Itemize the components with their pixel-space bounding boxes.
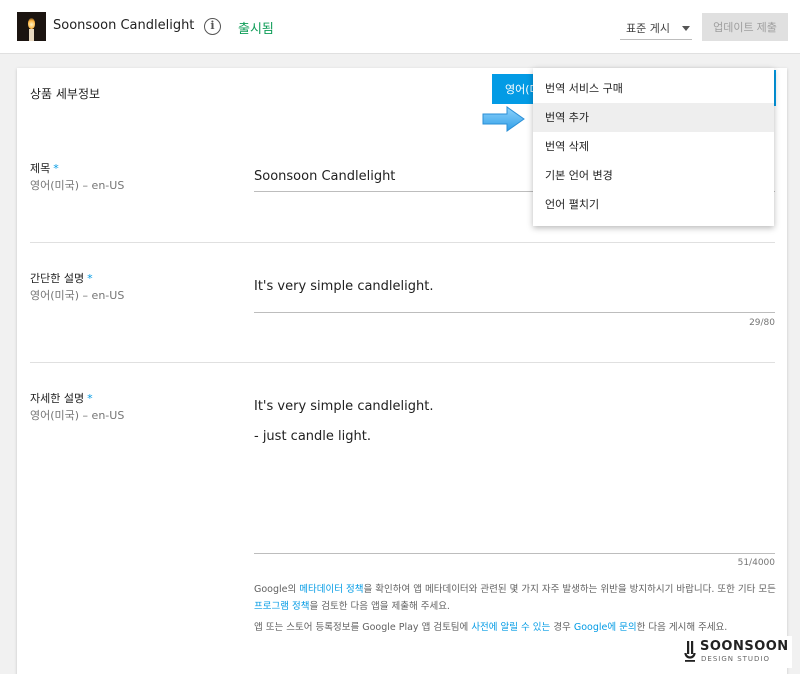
- full-desc-counter: 51/4000: [737, 558, 775, 568]
- app-title: Soonsoon Candlelight: [53, 18, 195, 33]
- full-desc-input-underline: [254, 553, 775, 554]
- title-field-locale: 영어(미국) – en-US: [30, 179, 125, 192]
- required-marker: *: [87, 272, 93, 285]
- studio-watermark: SOONSOON DESIGN STUDIO: [672, 636, 792, 668]
- translation-menu: 번역 서비스 구매 번역 추가 번역 삭제 기본 언어 변경 언어 펼치기: [533, 68, 774, 226]
- short-desc-input[interactable]: It's very simple candlelight.: [254, 279, 433, 294]
- menu-item-expand-languages[interactable]: 언어 펼치기: [533, 190, 774, 219]
- candle-icon: [29, 29, 34, 41]
- menu-item-buy-translation[interactable]: 번역 서비스 구매: [533, 74, 774, 103]
- caret-down-icon: [682, 26, 690, 31]
- section-divider: [30, 362, 775, 363]
- full-desc-line-1[interactable]: It's very simple candlelight.: [254, 399, 433, 414]
- menu-item-add-translation[interactable]: 번역 추가: [533, 103, 774, 132]
- info-icon[interactable]: i: [204, 18, 221, 35]
- studio-logo-icon: [684, 641, 696, 662]
- policy-notice-1: Google의 메타데이터 정책을 확인하여 앱 메타데이터와 관련된 몇 가지…: [254, 581, 776, 615]
- menu-item-change-default-language[interactable]: 기본 언어 변경: [533, 161, 774, 190]
- notice-text: 앱 또는 스토어 등록정보를 Google Play 앱 검토팀에: [254, 622, 472, 633]
- menu-item-delete-translation[interactable]: 번역 삭제: [533, 132, 774, 161]
- pointer-arrow-icon: [482, 106, 525, 132]
- candle-flame-icon: [28, 18, 35, 29]
- notice-text: 한 다음 게시해 주세요.: [636, 622, 728, 633]
- studio-tagline: DESIGN STUDIO: [701, 655, 771, 663]
- short-desc-field-label: 간단한 설명 *: [30, 270, 93, 286]
- top-bar: Soonsoon Candlelight i 출시됨 표준 게시 업데이트 제출: [0, 0, 800, 54]
- full-desc-field-locale: 영어(미국) – en-US: [30, 409, 125, 422]
- policy-notice-2: 앱 또는 스토어 등록정보를 Google Play 앱 검토팀에 사전에 알릴…: [254, 619, 776, 636]
- notice-text: Google의: [254, 584, 300, 595]
- title-field-label: 제목 *: [30, 160, 59, 176]
- notice-text: 경우: [550, 622, 574, 633]
- full-desc-field-label: 자세한 설명 *: [30, 390, 93, 406]
- short-desc-field-locale: 영어(미국) – en-US: [30, 289, 125, 302]
- section-divider: [30, 242, 775, 243]
- notice-text: 을 검토한 다음 앱을 제출해 주세요.: [309, 601, 450, 612]
- publish-mode-label: 표준 게시: [626, 22, 670, 35]
- required-marker: *: [87, 392, 93, 405]
- required-marker: *: [53, 162, 59, 175]
- full-desc-label-text: 자세한 설명: [30, 392, 85, 405]
- program-policy-link[interactable]: 프로그램 정책: [254, 601, 309, 612]
- submit-update-button[interactable]: 업데이트 제출: [702, 13, 788, 41]
- publish-mode-select[interactable]: 표준 게시: [620, 16, 692, 40]
- section-title: 상품 세부정보: [30, 87, 101, 101]
- short-desc-counter: 29/80: [749, 318, 775, 328]
- title-label-text: 제목: [30, 162, 51, 175]
- notice-text: 을 확인하여 앱 메타데이터와 관련된 몇 가지 자주 발생하는 위반을 방지하…: [363, 584, 776, 595]
- title-input[interactable]: Soonsoon Candlelight: [254, 169, 395, 184]
- short-desc-label-text: 간단한 설명: [30, 272, 85, 285]
- app-icon: [17, 12, 46, 41]
- short-desc-input-underline: [254, 312, 775, 313]
- metadata-policy-link[interactable]: 메타데이터 정책: [299, 584, 363, 595]
- contact-google-link[interactable]: Google에 문의: [574, 622, 637, 633]
- advance-notice-link[interactable]: 사전에 알릴 수 있는: [471, 622, 550, 633]
- full-desc-line-2[interactable]: - just candle light.: [254, 429, 371, 444]
- studio-name: SOONSOON: [700, 639, 789, 654]
- status-badge: 출시됨: [238, 22, 274, 37]
